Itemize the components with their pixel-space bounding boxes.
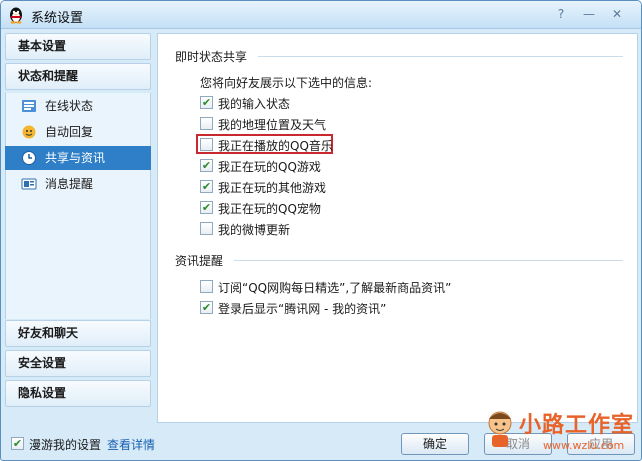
checkbox[interactable]: ✔ [200, 159, 213, 172]
sidebar-header-status[interactable]: 状态和提醒 [5, 63, 151, 90]
message-alert-icon [21, 178, 37, 190]
option-label: 我的地理位置及天气 [218, 118, 327, 132]
sidebar-item-share-news[interactable]: 共享与资讯 [5, 146, 151, 170]
option-label: 我正在播放的QQ音乐 [218, 139, 333, 153]
option-label: 我的微博更新 [218, 223, 291, 237]
minimize-icon: — [583, 7, 595, 21]
checkbox[interactable] [200, 280, 213, 293]
sidebar-item-label: 共享与资讯 [45, 151, 106, 165]
close-icon: ✕ [611, 7, 623, 21]
title-bar: 系统设置 ? — ✕ [1, 1, 641, 29]
sidebar-item-label: 消息提醒 [45, 177, 94, 191]
sidebar-item-label: 自动回复 [45, 125, 94, 139]
share-section-title: 即时状态共享 [175, 50, 248, 64]
online-status-icon [22, 100, 36, 112]
section-divider [234, 260, 623, 261]
sidebar: 基本设置 状态和提醒 在线状态 自动回复 共享与资讯 消息提醒 好友和聊天 安全… [5, 33, 151, 423]
minimize-button[interactable]: — [579, 5, 599, 23]
sidebar-item-label: 在线状态 [45, 99, 94, 113]
option-label: 我的输入状态 [218, 97, 291, 111]
news-section-title: 资讯提醒 [175, 254, 224, 268]
option-label: 登录后显示“腾讯网 - 我的资讯” [218, 302, 387, 316]
auto-reply-icon [22, 125, 36, 139]
window-title: 系统设置 [31, 11, 84, 26]
watermark-mascot-icon [488, 411, 512, 447]
watermark-url: www.wzlu.com [543, 439, 625, 452]
help-icon: ? [557, 7, 565, 21]
settings-window: 系统设置 ? — ✕ 基本设置 状态和提醒 在线状态 自动回复 共享与资讯 消息… [0, 0, 642, 461]
checkbox[interactable]: ✔ [200, 301, 213, 314]
sidebar-item-auto-reply[interactable]: 自动回复 [5, 120, 151, 144]
option-label: 我正在玩的其他游戏 [218, 181, 327, 195]
checkbox[interactable]: ✔ [200, 201, 213, 214]
checkbox[interactable]: ✔ [200, 180, 213, 193]
close-button[interactable]: ✕ [607, 5, 627, 23]
sidebar-header-security[interactable]: 安全设置 [5, 350, 151, 377]
option-label: 我正在玩的QQ宠物 [218, 202, 321, 216]
help-button[interactable]: ? [551, 5, 571, 23]
checkbox[interactable]: ✔ [200, 96, 213, 109]
sidebar-header-privacy[interactable]: 隐私设置 [5, 380, 151, 407]
sidebar-item-online-status[interactable]: 在线状态 [5, 94, 151, 118]
settings-panel: 即时状态共享 您将向好友展示以下选中的信息: ✔ 我的输入状态 我的地理位置及天… [157, 33, 638, 423]
share-clock-icon [22, 151, 36, 165]
ok-button[interactable]: 确定 [401, 433, 469, 455]
checkbox[interactable] [200, 222, 213, 235]
details-link[interactable]: 查看详情 [107, 436, 155, 453]
section-divider [258, 56, 623, 57]
watermark-text: 小路工作室 [519, 413, 635, 438]
share-prompt: 您将向好友展示以下选中的信息: [200, 76, 373, 90]
checkbox[interactable] [200, 138, 213, 151]
watermark: 小路工作室 www.wzlu.com [481, 405, 641, 460]
option-label: 我正在玩的QQ游戏 [218, 160, 321, 174]
sidebar-header-friends[interactable]: 好友和聊天 [5, 320, 151, 347]
sidebar-header-basic[interactable]: 基本设置 [5, 33, 151, 60]
roam-label: 漫游我的设置 [29, 438, 102, 452]
roam-checkbox[interactable]: ✔ [11, 437, 24, 450]
checkbox[interactable] [200, 117, 213, 130]
sidebar-item-message-alert[interactable]: 消息提醒 [5, 172, 151, 196]
option-label: 订阅“QQ网购每日精选”,了解最新商品资讯” [218, 281, 452, 295]
qq-penguin-icon [10, 7, 22, 24]
